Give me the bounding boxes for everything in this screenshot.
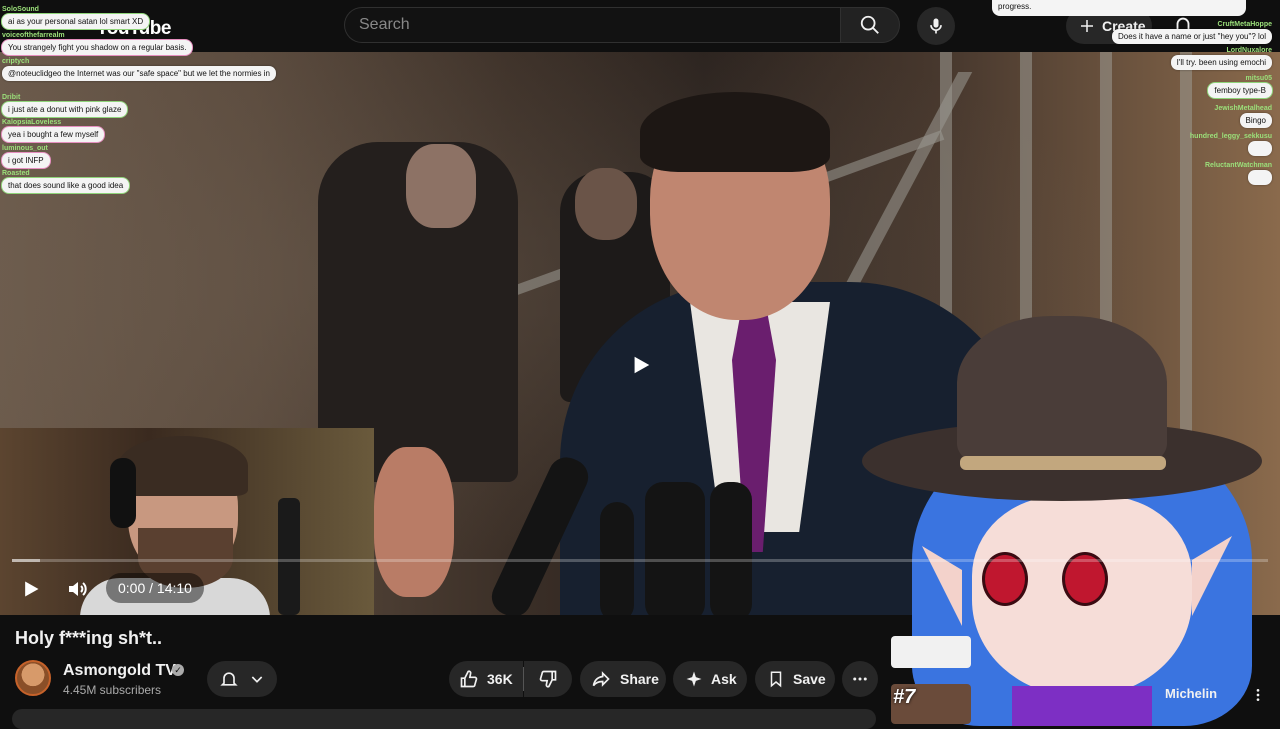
mic-icon [930, 18, 942, 34]
thumbs-down-icon [539, 670, 557, 688]
chat-message: Roasted that does sound like a good idea [2, 169, 130, 193]
press-microphone [710, 482, 752, 615]
chat-text: i just ate a donut with pink glaze [2, 102, 128, 117]
chat-username: LordNuxalore [1226, 47, 1272, 54]
chat-username: mitsu05 [1245, 75, 1272, 82]
share-icon [592, 671, 610, 687]
chat-message: mitsu05 femboy type-B [1208, 74, 1272, 98]
chat-message: criptych @noteuclidgeo the Internet was … [2, 57, 276, 81]
save-button[interactable]: Save [755, 661, 835, 697]
notification-bell-button[interactable] [207, 661, 277, 697]
chat-username: Dribit [2, 94, 21, 101]
progress-bar[interactable] [12, 559, 1268, 562]
chat-message: hundred_leggy_sekkusu [1190, 132, 1272, 158]
speaker-hand [374, 447, 454, 597]
description-box[interactable] [12, 709, 876, 729]
chat-message: ReluctantWatchman [1205, 161, 1272, 187]
video-title: Holy f***ing sh*t.. [15, 628, 163, 648]
volume-icon [69, 582, 87, 596]
sparkle-icon [686, 671, 702, 687]
channel-avatar[interactable] [15, 660, 51, 696]
chat-username: CruftMetaHoppe [1217, 21, 1272, 28]
chat-message: SoloSound ai as your personal satan lol … [2, 5, 150, 29]
speaker-hair [640, 92, 830, 172]
recommended-title[interactable]: Michelin [1165, 686, 1217, 701]
search-icon [860, 15, 879, 34]
chat-text: Bingo [1239, 113, 1272, 128]
more-actions-button[interactable] [842, 661, 878, 697]
like-button[interactable]: 36K [449, 661, 523, 697]
photographer-head [406, 144, 476, 228]
recommended-rank: #7 [893, 686, 916, 708]
chat-username: JewishMetalhead [1214, 105, 1272, 112]
chat-text: i got INFP [2, 153, 50, 168]
chat-text: yea i bought a few myself [2, 127, 105, 142]
channel-name[interactable]: Asmongold TV [63, 662, 176, 680]
chat-text: You strangely fight you shadow on a regu… [2, 40, 193, 55]
chat-username: luminous_out [2, 145, 48, 152]
chat-username: ReluctantWatchman [1204, 162, 1272, 169]
share-label: Share [620, 671, 659, 687]
chat-message: voiceofthefarrealm You strangely fight y… [2, 31, 193, 55]
ask-button[interactable]: Ask [673, 661, 747, 697]
chat-text: femboy type-B [1208, 83, 1272, 98]
bell-icon [220, 672, 238, 686]
webcam-hair [118, 436, 248, 496]
verified-icon: ✓ [172, 664, 184, 676]
play-button[interactable] [14, 572, 48, 606]
chat-message: LordNuxalore I'll try. been using emochi [1170, 46, 1272, 70]
search-button[interactable] [840, 7, 900, 43]
chat-message: CruftMetaHoppe Does it have a name or ju… [1112, 20, 1272, 44]
more-vert-icon [1256, 689, 1260, 701]
recommended-thumbnail[interactable] [891, 636, 971, 668]
center-play-button[interactable] [609, 333, 673, 397]
like-count: 36K [487, 671, 513, 687]
chat-text: that does sound like a good idea [2, 178, 130, 193]
chat-message: Dribit i just ate a donut with pink glaz… [2, 93, 128, 117]
webcam-headset [110, 458, 136, 528]
press-microphone [645, 482, 705, 615]
recommended-menu-button[interactable] [1250, 686, 1266, 709]
chat-emote [1248, 170, 1272, 185]
bookmark-icon [770, 671, 782, 688]
chat-username: voiceofthefarrealm [2, 32, 65, 39]
webcam-microphone [278, 498, 300, 615]
play-icon [634, 356, 650, 374]
share-button[interactable]: Share [580, 661, 666, 697]
play-icon [25, 581, 39, 597]
time-display: 0:00 / 14:10 [106, 573, 204, 603]
chat-text: progress. [992, 0, 1246, 16]
chat-username: SoloSound [2, 6, 39, 13]
chat-text: @noteuclidgeo the Internet was our "safe… [2, 66, 276, 81]
progress-buffered [12, 559, 40, 562]
chat-username: hundred_leggy_sekkusu [1189, 133, 1272, 140]
search-bar [344, 7, 902, 45]
save-label: Save [793, 671, 826, 687]
thumbs-up-icon [460, 670, 478, 688]
bystander-head [575, 168, 637, 240]
voice-search-button[interactable] [917, 7, 955, 45]
avatar-collar [1012, 686, 1152, 726]
ask-label: Ask [711, 671, 737, 687]
dislike-button[interactable] [524, 661, 572, 697]
chevron-down-icon [251, 676, 263, 683]
chat-text: ai as your personal satan lol smart XD [2, 14, 150, 29]
search-input[interactable] [344, 7, 840, 43]
avatar-hat-band [960, 456, 1166, 470]
plus-icon [1081, 20, 1093, 32]
chat-username: Roasted [2, 170, 30, 177]
chat-text: Does it have a name or just "hey you"? l… [1112, 29, 1272, 44]
chat-message: luminous_out i got INFP [2, 144, 50, 168]
chat-username: KalopsiaLoveless [2, 119, 62, 126]
chat-username: criptych [2, 58, 30, 65]
mute-button[interactable] [60, 572, 96, 606]
subscriber-count: 4.45M subscribers [63, 683, 162, 697]
chat-message: JewishMetalhead Bingo [1214, 104, 1272, 128]
chat-text: I'll try. been using emochi [1170, 55, 1272, 70]
avatar-hat-crown [957, 316, 1167, 466]
chat-emote [1248, 141, 1272, 156]
chat-message: KalopsiaLoveless yea i bought a few myse… [2, 118, 105, 142]
more-horiz-icon [853, 677, 867, 681]
